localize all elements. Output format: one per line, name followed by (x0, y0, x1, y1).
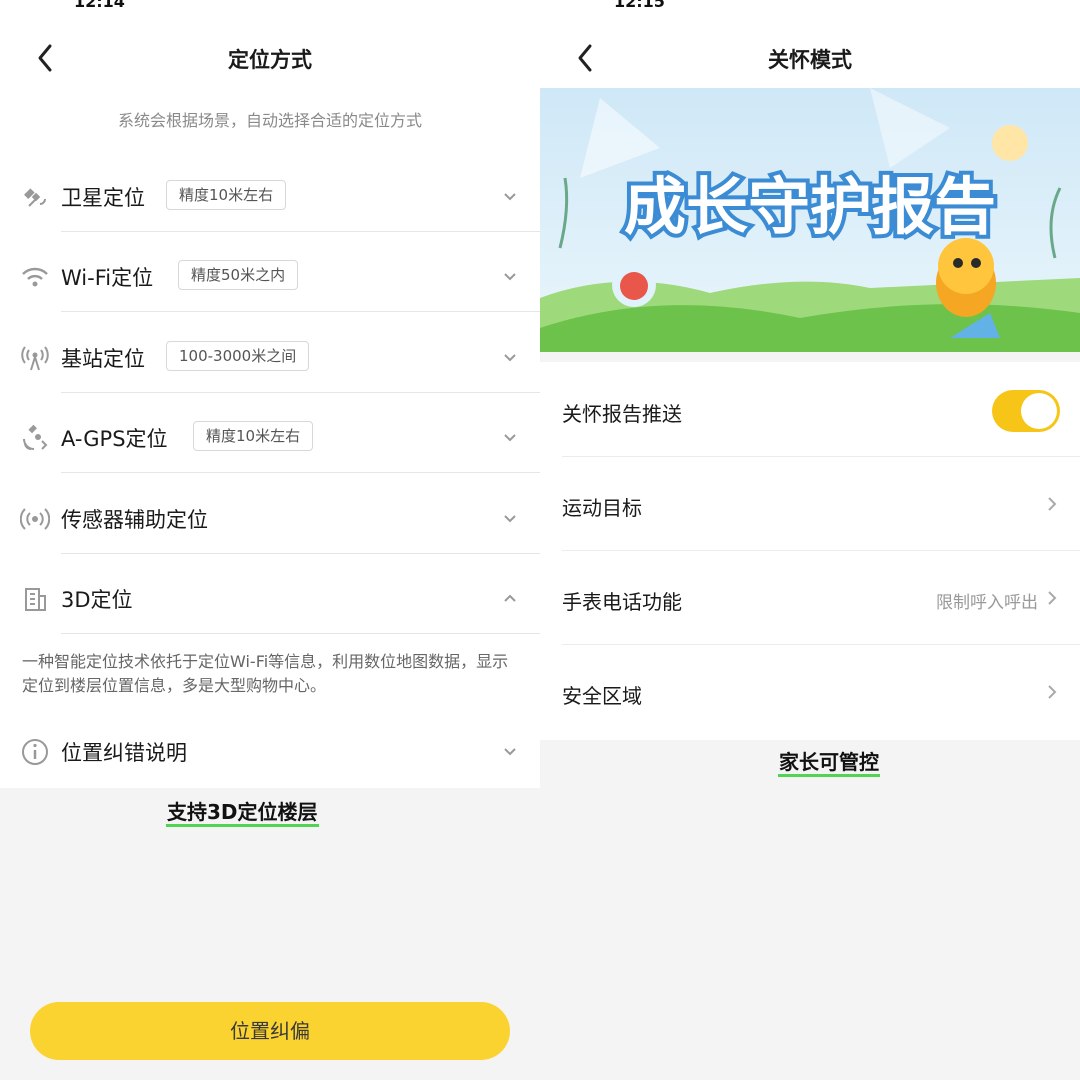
row-sensor[interactable]: 传感器辅助定位 (0, 482, 540, 562)
nav-bar: 定位方式 (0, 28, 540, 88)
sensor-icon (20, 508, 50, 530)
divider (61, 633, 540, 634)
divider (61, 311, 540, 312)
position-correction-button[interactable]: 位置纠偏 (30, 1002, 510, 1060)
settings-list: 关怀报告推送 运动目标 手表电话功能 限制呼入呼出 安全区域 (540, 362, 1080, 740)
row-label: 位置纠错说明 (61, 741, 187, 765)
row-wifi[interactable]: Wi-Fi定位 精度50米之内 (0, 240, 540, 320)
growth-report-banner[interactable]: 成长守护报告 (540, 88, 1080, 352)
row-label: 基站定位 (61, 347, 145, 371)
accuracy-tag: 100-3000米之间 (166, 341, 310, 371)
wifi-icon (22, 267, 48, 287)
row-label: Wi-Fi定位 (61, 266, 154, 290)
chevron-down-icon[interactable] (502, 510, 518, 526)
agps-icon (23, 424, 48, 450)
divider (61, 472, 540, 473)
chevron-down-icon[interactable] (502, 743, 518, 759)
accuracy-tag: 精度10米左右 (166, 180, 287, 210)
status-time: 12:14 (74, 0, 125, 11)
chevron-right-icon (1048, 591, 1057, 605)
row-cell-tower[interactable]: 基站定位 100-3000米之间 (0, 321, 540, 401)
row-label: 运动目标 (562, 496, 642, 520)
chevron-down-icon[interactable] (502, 349, 518, 365)
banner-title: 成长守护报告 (624, 170, 996, 243)
row-care-report-push: 关怀报告推送 (540, 362, 1080, 456)
page-title: 关怀模式 (768, 48, 852, 72)
row-satellite[interactable]: 卫星定位 精度10米左右 (0, 160, 540, 240)
chevron-down-icon[interactable] (502, 429, 518, 445)
3d-description: 一种智能定位技术依托于定位Wi-Fi等信息，利用数位地图数据，显示定位到楼层位置… (22, 652, 509, 695)
accuracy-tag: 精度50米之内 (178, 260, 299, 290)
banner-illustration: 成长守护报告 (540, 88, 1080, 352)
building-icon (25, 588, 46, 611)
divider (61, 231, 540, 232)
toggle-knob (1021, 393, 1057, 429)
feature-caption: 支持3D定位楼层 (166, 800, 319, 827)
row-label: 手表电话功能 (562, 590, 682, 614)
row-label: A-GPS定位 (61, 427, 168, 451)
row-label: 3D定位 (61, 588, 133, 612)
status-time: 12:15 (614, 0, 665, 11)
care-mode-screen: 12:15 关怀模式 成长守护报告 关怀报告推送 运动目标 手表电话功能 限制呼… (540, 0, 1080, 1080)
row-value: 限制呼入呼出 (936, 593, 1038, 613)
info-icon (22, 739, 48, 765)
divider (61, 553, 540, 554)
row-watch-phone[interactable]: 手表电话功能 限制呼入呼出 (540, 550, 1080, 644)
row-label: 关怀报告推送 (562, 402, 682, 426)
row-label: 安全区域 (562, 684, 642, 708)
care-report-toggle[interactable] (992, 390, 1060, 432)
row-label: 传感器辅助定位 (61, 508, 208, 532)
row-safe-zone[interactable]: 安全区域 (540, 644, 1080, 738)
chevron-down-icon[interactable] (502, 188, 518, 204)
chevron-up-icon[interactable] (502, 590, 518, 606)
chevron-right-icon (1048, 497, 1057, 511)
chevron-right-icon (1048, 685, 1057, 699)
location-methods-screen: 12:14 定位方式 系统会根据场景，自动选择合适的定位方式 卫星定位 精度10… (0, 0, 540, 1080)
cell-tower-icon (21, 346, 49, 371)
nav-bar: 关怀模式 (540, 28, 1080, 88)
page-title: 定位方式 (228, 48, 312, 72)
chevron-down-icon[interactable] (502, 268, 518, 284)
row-label: 卫星定位 (61, 186, 145, 210)
accuracy-tag: 精度10米左右 (193, 421, 314, 451)
divider (61, 392, 540, 393)
row-3d[interactable]: 3D定位 (0, 562, 540, 642)
row-agps[interactable]: A-GPS定位 精度10米左右 (0, 401, 540, 481)
satellite-icon (24, 188, 46, 207)
feature-caption: 家长可管控 (778, 750, 880, 777)
page-subtitle: 系统会根据场景，自动选择合适的定位方式 (117, 111, 422, 130)
row-exercise-goal[interactable]: 运动目标 (540, 456, 1080, 550)
row-correction-info[interactable]: 位置纠错说明 (0, 715, 540, 795)
